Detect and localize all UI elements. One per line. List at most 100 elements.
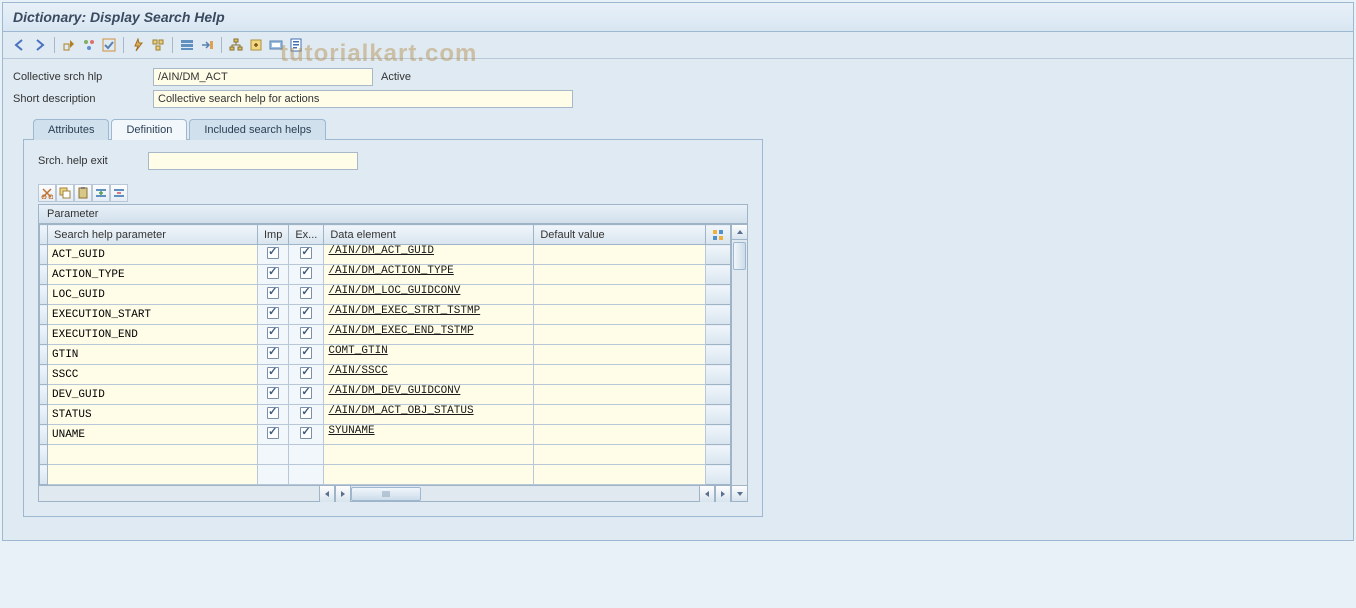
data-element-cell[interactable]: /AIN/DM_ACT_GUID bbox=[324, 245, 533, 264]
imp-cell[interactable] bbox=[258, 425, 289, 445]
cut-icon[interactable] bbox=[38, 184, 56, 202]
data-element-cell[interactable]: /AIN/DM_LOC_GUIDCONV bbox=[324, 285, 533, 304]
param-cell[interactable] bbox=[48, 305, 257, 324]
col-search-help-parameter[interactable]: Search help parameter bbox=[48, 225, 258, 245]
imp-cell[interactable] bbox=[258, 465, 289, 485]
imp-cell[interactable] bbox=[258, 405, 289, 425]
checkbox-icon[interactable] bbox=[300, 387, 312, 399]
param-cell[interactable] bbox=[48, 345, 257, 364]
paste-icon[interactable] bbox=[74, 184, 92, 202]
forward-icon[interactable] bbox=[31, 36, 49, 54]
param-cell[interactable] bbox=[48, 405, 257, 424]
data-element-cell[interactable]: /AIN/DM_DEV_GUIDCONV bbox=[324, 385, 533, 404]
default-value-cell[interactable] bbox=[534, 265, 705, 284]
hscroll-thumb[interactable] bbox=[351, 487, 421, 501]
other-object-icon[interactable] bbox=[80, 36, 98, 54]
row-selector[interactable] bbox=[40, 365, 48, 385]
default-value-cell[interactable] bbox=[534, 305, 705, 324]
vscroll-thumb[interactable] bbox=[733, 242, 746, 270]
param-cell[interactable] bbox=[48, 425, 257, 444]
insert-row-icon[interactable] bbox=[92, 184, 110, 202]
data-element-cell[interactable]: COMT_GTIN bbox=[324, 345, 533, 364]
row-selector[interactable] bbox=[40, 345, 48, 365]
exp-cell[interactable] bbox=[289, 305, 324, 325]
data-element-cell[interactable]: /AIN/DM_ACT_OBJ_STATUS bbox=[324, 405, 533, 424]
checkbox-icon[interactable] bbox=[267, 427, 279, 439]
exp-cell[interactable] bbox=[289, 425, 324, 445]
param-cell[interactable] bbox=[48, 465, 258, 485]
scroll-left-icon[interactable] bbox=[319, 486, 335, 502]
default-value-cell[interactable] bbox=[534, 465, 706, 485]
display-change-icon[interactable] bbox=[60, 36, 78, 54]
vertical-scrollbar[interactable] bbox=[731, 224, 747, 501]
default-value-cell[interactable] bbox=[534, 365, 705, 384]
exp-cell[interactable] bbox=[289, 445, 324, 465]
default-value-cell[interactable] bbox=[534, 445, 706, 465]
row-selector[interactable] bbox=[40, 425, 48, 445]
data-element-cell[interactable]: SYUNAME bbox=[324, 425, 533, 444]
param-cell[interactable] bbox=[48, 325, 257, 344]
data-element-cell[interactable] bbox=[324, 445, 534, 465]
imp-cell[interactable] bbox=[258, 365, 289, 385]
imp-cell[interactable] bbox=[258, 385, 289, 405]
data-element-cell[interactable] bbox=[324, 465, 534, 485]
param-cell[interactable] bbox=[48, 245, 257, 264]
activate-icon[interactable] bbox=[129, 36, 147, 54]
scroll-left-icon[interactable] bbox=[699, 486, 715, 502]
default-value-cell[interactable] bbox=[534, 405, 705, 424]
imp-cell[interactable] bbox=[258, 325, 289, 345]
row-selector[interactable] bbox=[40, 265, 48, 285]
exp-cell[interactable] bbox=[289, 465, 324, 485]
scroll-right-icon[interactable] bbox=[335, 486, 351, 502]
scroll-up-icon[interactable] bbox=[732, 224, 747, 240]
exp-cell[interactable] bbox=[289, 245, 324, 265]
checkbox-icon[interactable] bbox=[300, 347, 312, 359]
checkbox-icon[interactable] bbox=[300, 247, 312, 259]
col-default-value[interactable]: Default value bbox=[534, 225, 706, 245]
checkbox-icon[interactable] bbox=[267, 267, 279, 279]
srch-help-exit-field[interactable] bbox=[148, 152, 358, 170]
delete-row-icon[interactable] bbox=[110, 184, 128, 202]
append-icon[interactable] bbox=[247, 36, 265, 54]
checkbox-icon[interactable] bbox=[267, 407, 279, 419]
checkbox-icon[interactable] bbox=[300, 327, 312, 339]
tab-attributes[interactable]: Attributes bbox=[33, 119, 109, 140]
exp-cell[interactable] bbox=[289, 385, 324, 405]
default-value-cell[interactable] bbox=[534, 245, 705, 264]
row-selector[interactable] bbox=[40, 285, 48, 305]
param-cell[interactable] bbox=[48, 365, 257, 384]
checkbox-icon[interactable] bbox=[267, 247, 279, 259]
row-selector[interactable] bbox=[40, 405, 48, 425]
hierarchy-icon[interactable] bbox=[227, 36, 245, 54]
param-cell[interactable] bbox=[48, 285, 257, 304]
exp-cell[interactable] bbox=[289, 405, 324, 425]
checkbox-icon[interactable] bbox=[300, 307, 312, 319]
table-settings-icon[interactable] bbox=[706, 225, 731, 245]
exp-cell[interactable] bbox=[289, 265, 324, 285]
row-selector[interactable] bbox=[40, 245, 48, 265]
data-element-cell[interactable]: /AIN/SSCC bbox=[324, 365, 533, 384]
horizontal-scrollbar[interactable] bbox=[39, 485, 731, 501]
documentation-icon[interactable] bbox=[287, 36, 305, 54]
default-value-cell[interactable] bbox=[534, 325, 705, 344]
checkbox-icon[interactable] bbox=[267, 387, 279, 399]
short-description-field[interactable]: Collective search help for actions bbox=[153, 90, 573, 108]
checkbox-icon[interactable] bbox=[300, 407, 312, 419]
exp-cell[interactable] bbox=[289, 285, 324, 305]
collective-srch-hlp-field[interactable]: /AIN/DM_ACT bbox=[153, 68, 373, 86]
check-icon[interactable] bbox=[100, 36, 118, 54]
data-element-cell[interactable]: /AIN/DM_ACTION_TYPE bbox=[324, 265, 533, 284]
exp-cell[interactable] bbox=[289, 365, 324, 385]
default-value-cell[interactable] bbox=[534, 385, 705, 404]
checkbox-icon[interactable] bbox=[267, 287, 279, 299]
scroll-down-icon[interactable] bbox=[732, 485, 747, 501]
checkbox-icon[interactable] bbox=[300, 287, 312, 299]
row-selector[interactable] bbox=[40, 385, 48, 405]
imp-cell[interactable] bbox=[258, 265, 289, 285]
col-imp[interactable]: Imp bbox=[258, 225, 289, 245]
row-selector[interactable] bbox=[40, 465, 48, 485]
row-selector[interactable] bbox=[40, 325, 48, 345]
scroll-right-icon[interactable] bbox=[715, 486, 731, 502]
checkbox-icon[interactable] bbox=[267, 327, 279, 339]
imp-cell[interactable] bbox=[258, 305, 289, 325]
